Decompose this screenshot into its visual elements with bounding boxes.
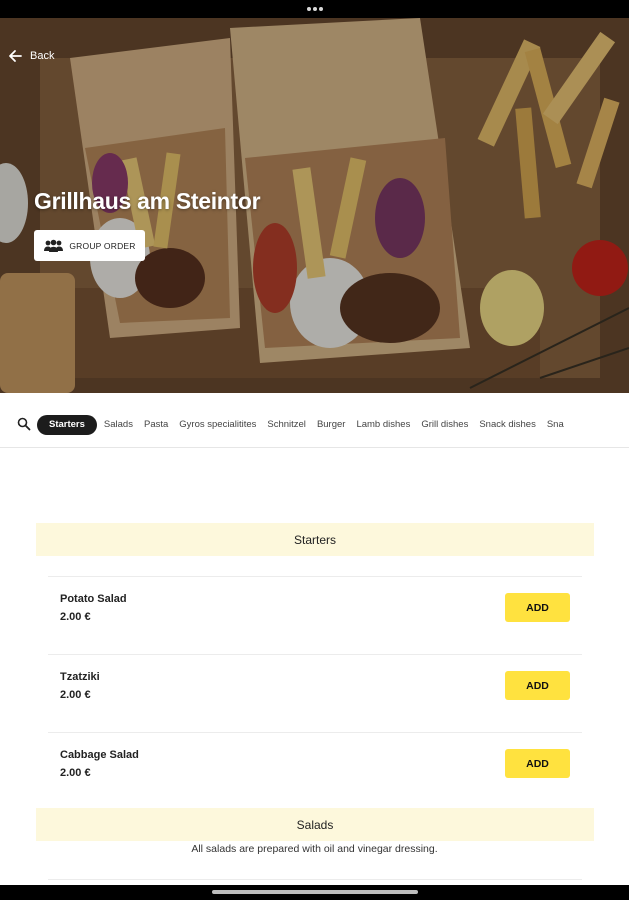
tab-pasta[interactable]: Pasta [144,415,168,435]
tab-snacks-truncated[interactable]: Sna [547,415,564,435]
menu-item-row[interactable]: Potato Salad 2.00 € ADD [48,576,582,654]
add-button[interactable]: ADD [505,749,570,778]
tab-schnitzel[interactable]: Schnitzel [267,415,306,435]
menu-item-name: Potato Salad [60,593,127,605]
section-header-salads: Salads [36,808,594,841]
menu-item-row[interactable]: Cabbage Salad 2.00 € ADD [48,732,582,810]
group-icon [44,239,64,252]
tab-snack-dishes[interactable]: Snack dishes [479,415,536,435]
tab-burger[interactable]: Burger [317,415,346,435]
divider [48,879,582,880]
back-button[interactable]: Back [8,46,54,66]
restaurant-name: Grillhaus am Steintor [34,188,261,214]
arrow-left-icon [9,50,22,62]
system-nav-bar [0,885,629,900]
tab-lamb-dishes[interactable]: Lamb dishes [356,415,410,435]
group-order-label: GROUP ORDER [69,240,136,251]
menu-item-price: 2.00 € [60,689,91,701]
menu-item-row[interactable]: Tzatziki 2.00 € ADD [48,654,582,732]
section-description-salads: All salads are prepared with oil and vin… [191,843,438,855]
restaurant-menu-page: Back Grillhaus am Steintor GROUP ORDER S… [0,0,629,900]
menu-item-price: 2.00 € [60,611,91,623]
tab-starters[interactable]: Starters [37,415,97,435]
menu-item-price: 2.00 € [60,767,91,779]
tab-grill-dishes[interactable]: Grill dishes [421,415,468,435]
back-label: Back [30,50,55,62]
category-nav: Starters Salads Pasta Gyros specialitite… [0,393,629,448]
section-header-starters: Starters [36,523,594,556]
hero-banner: Back Grillhaus am Steintor GROUP ORDER [0,18,629,393]
status-dots [307,7,323,11]
menu-item-name: Tzatziki [60,671,100,683]
tab-gyros-specialities[interactable]: Gyros specialitites [179,415,256,435]
tab-salads[interactable]: Salads [104,415,133,435]
search-icon[interactable] [17,417,31,431]
add-button[interactable]: ADD [505,671,570,700]
category-tabs: Starters Salads Pasta Gyros specialitite… [37,415,575,435]
home-handle[interactable] [212,890,418,894]
add-button[interactable]: ADD [505,593,570,622]
status-bar [0,0,629,18]
group-order-button[interactable]: GROUP ORDER [34,230,145,261]
menu-item-name: Cabbage Salad [60,749,139,761]
